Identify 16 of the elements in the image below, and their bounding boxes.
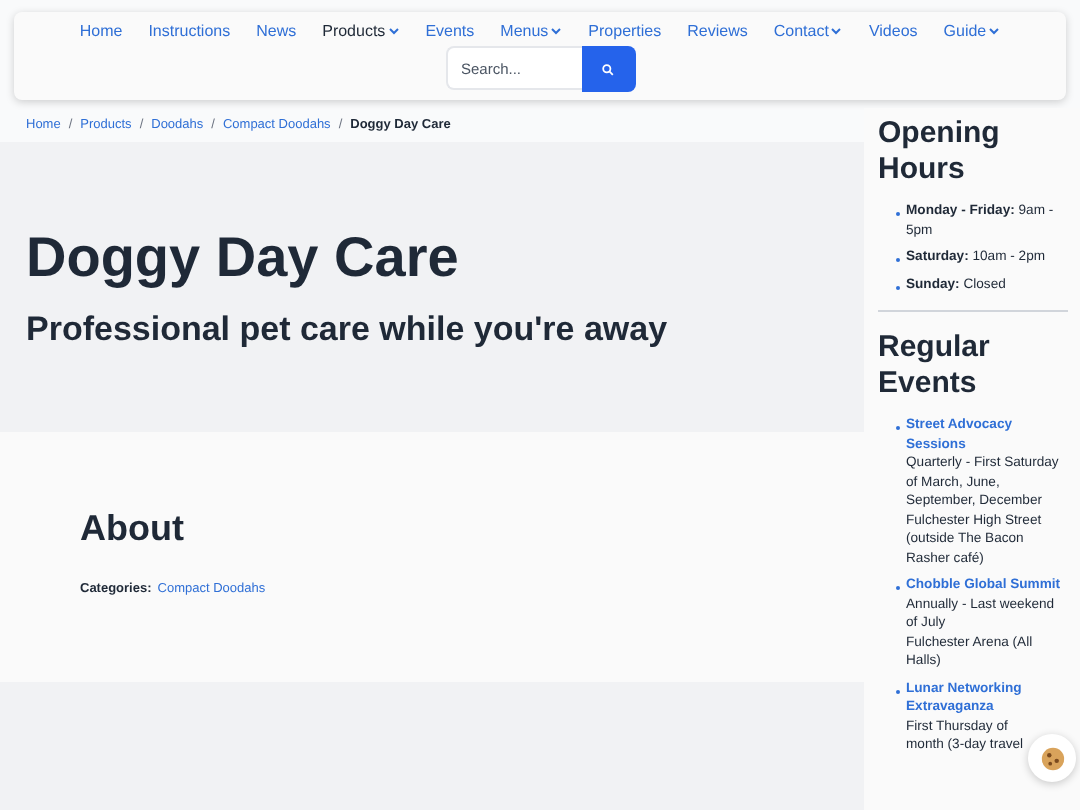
nav-link[interactable]: Contact — [773, 22, 843, 40]
sidebar-heading: Opening Hours — [878, 116, 1002, 188]
nav-link[interactable]: Properties — [588, 22, 662, 40]
nav-link[interactable]: Videos — [868, 22, 918, 40]
page-title: Doggy Day Care — [26, 225, 461, 289]
nav-link[interactable]: Instructions — [148, 22, 231, 40]
page-subtitle: Professional pet care while you're away — [26, 309, 670, 349]
section-heading: About — [80, 508, 186, 550]
nav-link[interactable]: Menus — [500, 22, 563, 40]
nav-link[interactable]: Reviews — [687, 22, 748, 40]
nav-link[interactable]: Guide — [943, 22, 1001, 40]
nav-link[interactable]: News — [256, 22, 297, 40]
nav-link[interactable]: Events — [425, 22, 475, 40]
sidebar-heading: Regular Events — [878, 330, 992, 403]
nav-link[interactable]: Home — [79, 22, 123, 40]
nav-link[interactable]: Products — [322, 22, 400, 40]
